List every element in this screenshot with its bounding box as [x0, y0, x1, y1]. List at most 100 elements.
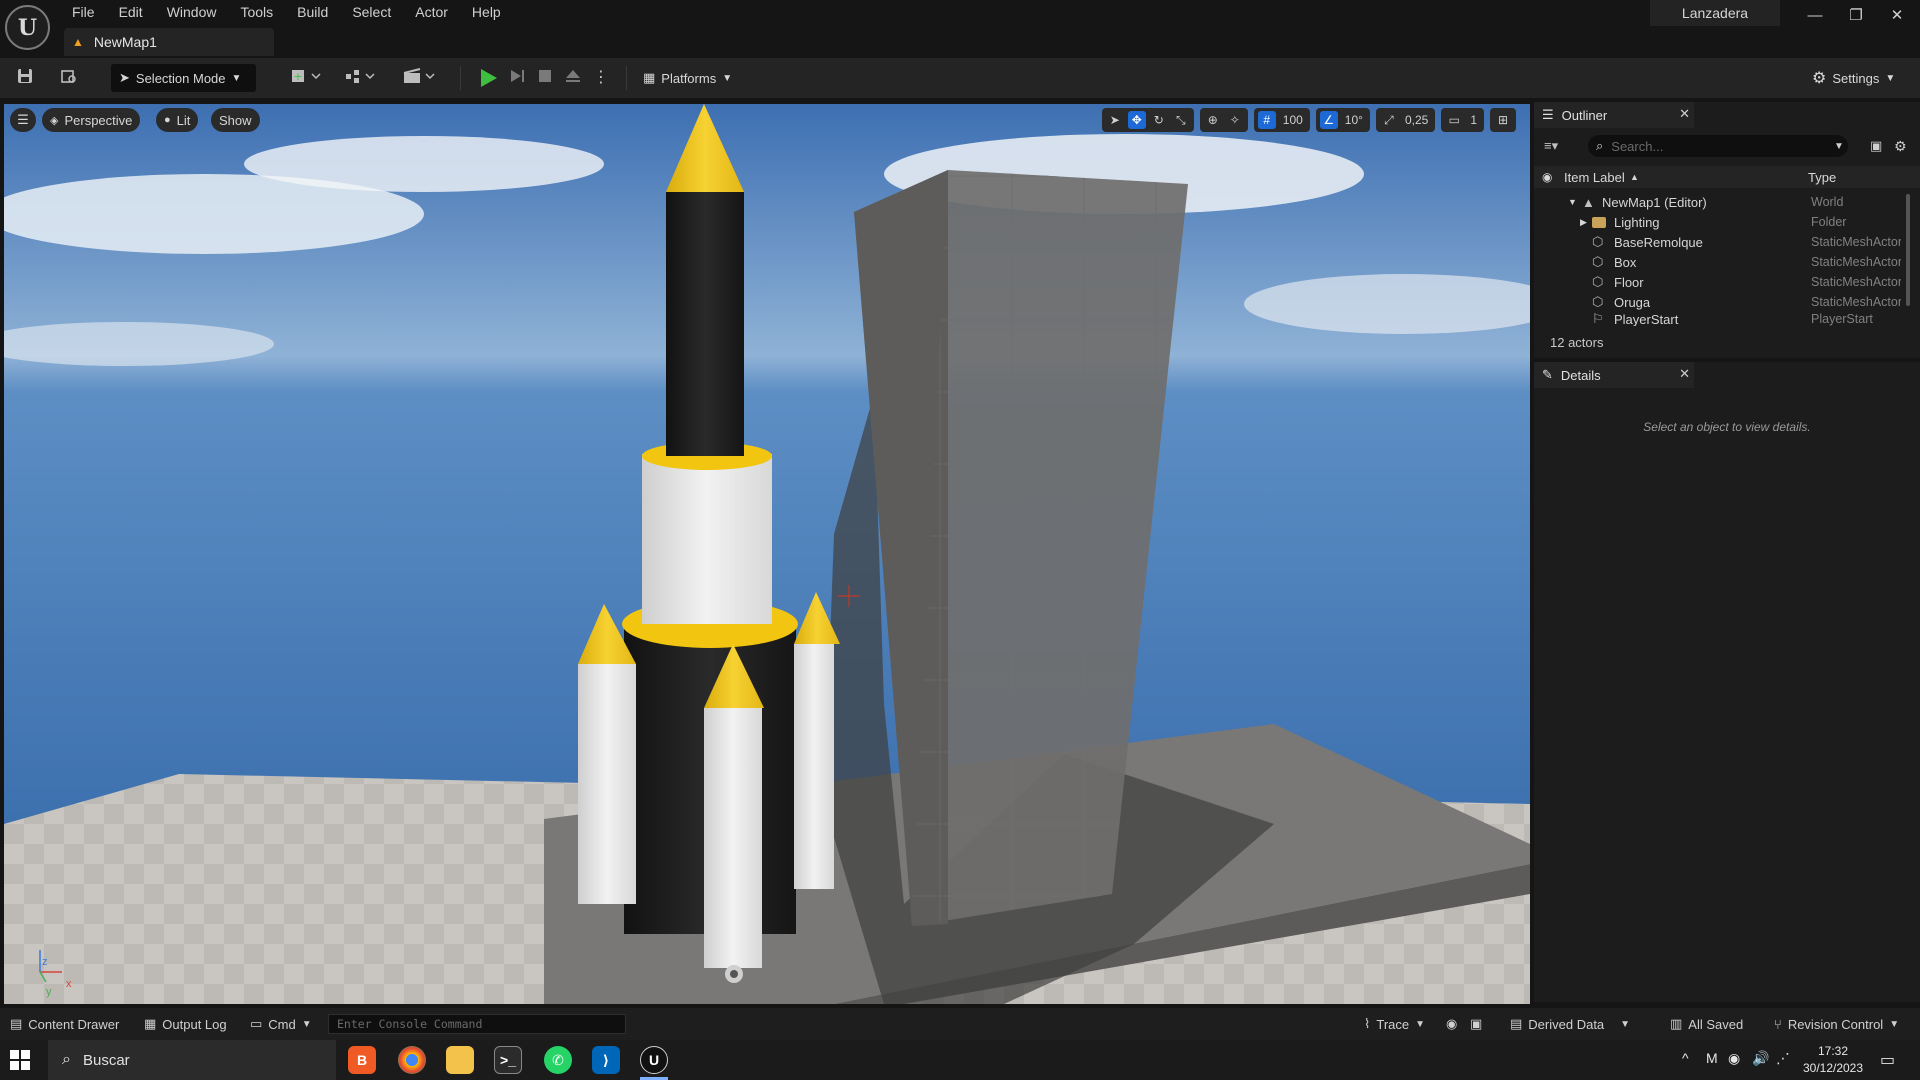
outliner-scrollbar[interactable]	[1906, 194, 1910, 306]
trace-dropdown[interactable]: ⌇ Trace ▼	[1364, 1014, 1425, 1034]
show-button[interactable]: Show	[211, 108, 260, 132]
cmd-dropdown[interactable]: ▭ Cmd ▼	[250, 1014, 312, 1034]
angle-snap-icon[interactable]: ∠	[1319, 111, 1338, 129]
expand-arrow-icon[interactable]: ▼	[1568, 197, 1577, 207]
outliner-row[interactable]: ⚐ PlayerStart PlayerStart	[1534, 312, 1904, 326]
menu-edit[interactable]: Edit	[107, 0, 155, 24]
layout-group[interactable]: ⊞	[1490, 108, 1516, 132]
scale-snap-icon[interactable]: ⤢	[1380, 111, 1398, 129]
details-tab[interactable]: ✎ Details	[1534, 362, 1694, 388]
grid-snap-icon[interactable]: #	[1257, 111, 1276, 129]
volume-icon[interactable]: 🔊	[1752, 1050, 1769, 1067]
brave-browser-icon[interactable]: B	[348, 1046, 376, 1074]
console-command-input[interactable]: Enter Console Command	[328, 1014, 626, 1034]
type-column[interactable]: Type	[1808, 170, 1836, 185]
step-forward-icon[interactable]	[506, 67, 528, 89]
camera-icon[interactable]: ▭	[1445, 111, 1463, 129]
windows-start-icon[interactable]	[10, 1050, 30, 1070]
rotate-tool-icon[interactable]: ↻	[1150, 111, 1168, 129]
outliner-row[interactable]: ▼ ▲ NewMap1 (Editor) World	[1534, 192, 1904, 212]
vscode-icon[interactable]: ⟩	[592, 1046, 620, 1074]
taskbar-search[interactable]: ⌕ Buscar	[48, 1040, 336, 1080]
menu-window[interactable]: Window	[155, 0, 229, 24]
world-space-icon[interactable]: ⊕	[1204, 111, 1222, 129]
gear-icon[interactable]: ⚙	[1894, 138, 1907, 155]
chevron-down-icon[interactable]: ▼	[1834, 141, 1844, 152]
item-label-column[interactable]: Item Label	[1564, 170, 1625, 185]
expand-arrow-icon[interactable]: ▶	[1580, 217, 1587, 228]
taskbar-clock[interactable]: 17:32 30/12/2023	[1788, 1043, 1878, 1077]
record-icon[interactable]: ◉	[1446, 1014, 1457, 1034]
grid-snap-value[interactable]: 100	[1280, 113, 1306, 127]
screenshot-icon[interactable]: ▣	[1470, 1014, 1482, 1034]
lit-button[interactable]: ● Lit	[156, 108, 199, 132]
platforms-dropdown[interactable]: ▦ Platforms ▼	[643, 67, 732, 89]
filter-icon[interactable]: ≡▾	[1544, 138, 1558, 154]
grid-snap-group[interactable]: # 100	[1253, 108, 1310, 132]
menu-actor[interactable]: Actor	[403, 0, 460, 24]
blueprint-icon[interactable]	[342, 67, 382, 89]
menu-build[interactable]: Build	[285, 0, 340, 24]
cinematics-icon[interactable]	[400, 67, 440, 89]
selection-mode-dropdown[interactable]: ➤ Selection Mode ▼	[111, 64, 256, 92]
eject-icon[interactable]	[562, 67, 584, 89]
unreal-logo-icon[interactable]: U	[5, 5, 50, 50]
browse-icon[interactable]	[58, 67, 80, 89]
add-actor-icon[interactable]: +	[288, 67, 328, 89]
scale-snap-value[interactable]: 0,25	[1402, 113, 1431, 127]
outliner-row[interactable]: ⬡ BaseRemolque StaticMeshActor	[1534, 232, 1904, 252]
show-label: Show	[219, 112, 252, 128]
surface-snap-icon[interactable]: ✧	[1226, 111, 1244, 129]
outliner-row[interactable]: ⬡ Box StaticMeshActor	[1534, 252, 1904, 272]
outliner-row[interactable]: ⬡ Oruga StaticMeshActor	[1534, 292, 1904, 312]
unreal-engine-app-icon[interactable]: U	[640, 1046, 668, 1074]
outliner-row[interactable]: ⬡ Floor StaticMeshActor	[1534, 272, 1904, 292]
all-saved-button[interactable]: ▥ All Saved	[1670, 1014, 1743, 1034]
outliner-row[interactable]: ▶ Lighting Folder	[1534, 212, 1904, 232]
viewport-layout-icon[interactable]: ⊞	[1494, 111, 1512, 129]
document-tab[interactable]: ▲ NewMap1	[64, 28, 274, 56]
output-log-button[interactable]: ▦ Output Log	[144, 1014, 227, 1034]
rotation-snap-value[interactable]: 10°	[1342, 113, 1366, 127]
visibility-icon[interactable]: ◉	[1542, 170, 1552, 184]
minimize-button[interactable]: —	[1795, 2, 1835, 30]
settings-dropdown[interactable]: ⚙ Settings ▼	[1812, 67, 1895, 89]
notifications-icon[interactable]: ▭	[1880, 1050, 1895, 1070]
chevron-up-icon[interactable]: ^	[1682, 1050, 1689, 1066]
file-explorer-icon[interactable]	[446, 1046, 474, 1074]
perspective-button[interactable]: ◈ Perspective	[42, 108, 141, 132]
level-viewport[interactable]: ☰ ◈ Perspective ● Lit Show ➤ ✥ ↻ ⤡ ⊕ ✧ #…	[4, 104, 1530, 1004]
camera-speed-group[interactable]: ▭ 1	[1441, 108, 1484, 132]
viewport-menu-button[interactable]: ☰	[10, 108, 36, 132]
camera-speed-value[interactable]: 1	[1467, 113, 1480, 127]
mail-icon[interactable]: M	[1706, 1050, 1718, 1066]
menu-tools[interactable]: Tools	[228, 0, 285, 24]
restore-button[interactable]: ❐	[1836, 2, 1876, 30]
menu-select[interactable]: Select	[340, 0, 403, 24]
outliner-search-input[interactable]: ⌕ Search...	[1588, 135, 1848, 157]
content-drawer-button[interactable]: ▤ Content Drawer	[10, 1014, 119, 1034]
stop-icon[interactable]	[534, 67, 556, 89]
revision-control-dropdown[interactable]: ⑂ Revision Control ▼	[1774, 1014, 1899, 1034]
select-tool-icon[interactable]: ➤	[1106, 111, 1124, 129]
rotation-snap-group[interactable]: ∠ 10°	[1315, 108, 1370, 132]
close-button[interactable]: ✕	[1877, 2, 1917, 30]
outliner-tab[interactable]: ☰ Outliner	[1534, 102, 1694, 128]
whatsapp-icon[interactable]: ✆	[544, 1046, 572, 1074]
close-icon[interactable]: ✕	[1679, 366, 1690, 382]
menu-file[interactable]: File	[60, 0, 107, 24]
outliner-column-header: ◉ Item Label ▲ Type	[1534, 166, 1920, 188]
discord-icon[interactable]: ◉	[1728, 1050, 1740, 1067]
add-folder-icon[interactable]: ▣	[1870, 138, 1882, 154]
scale-snap-group[interactable]: ⤢ 0,25	[1375, 108, 1436, 132]
terminal-app-icon[interactable]: >_	[494, 1046, 522, 1074]
play-button[interactable]	[476, 66, 500, 90]
translate-tool-icon[interactable]: ✥	[1127, 111, 1146, 129]
derived-data-dropdown[interactable]: ▤ Derived Data ▼	[1510, 1014, 1630, 1034]
chrome-icon[interactable]	[398, 1046, 426, 1074]
menu-help[interactable]: Help	[460, 0, 513, 24]
more-options-icon[interactable]: ⋮	[590, 67, 612, 89]
scale-tool-icon[interactable]: ⤡	[1172, 111, 1190, 129]
close-icon[interactable]: ✕	[1679, 106, 1690, 122]
save-icon[interactable]	[14, 67, 36, 89]
